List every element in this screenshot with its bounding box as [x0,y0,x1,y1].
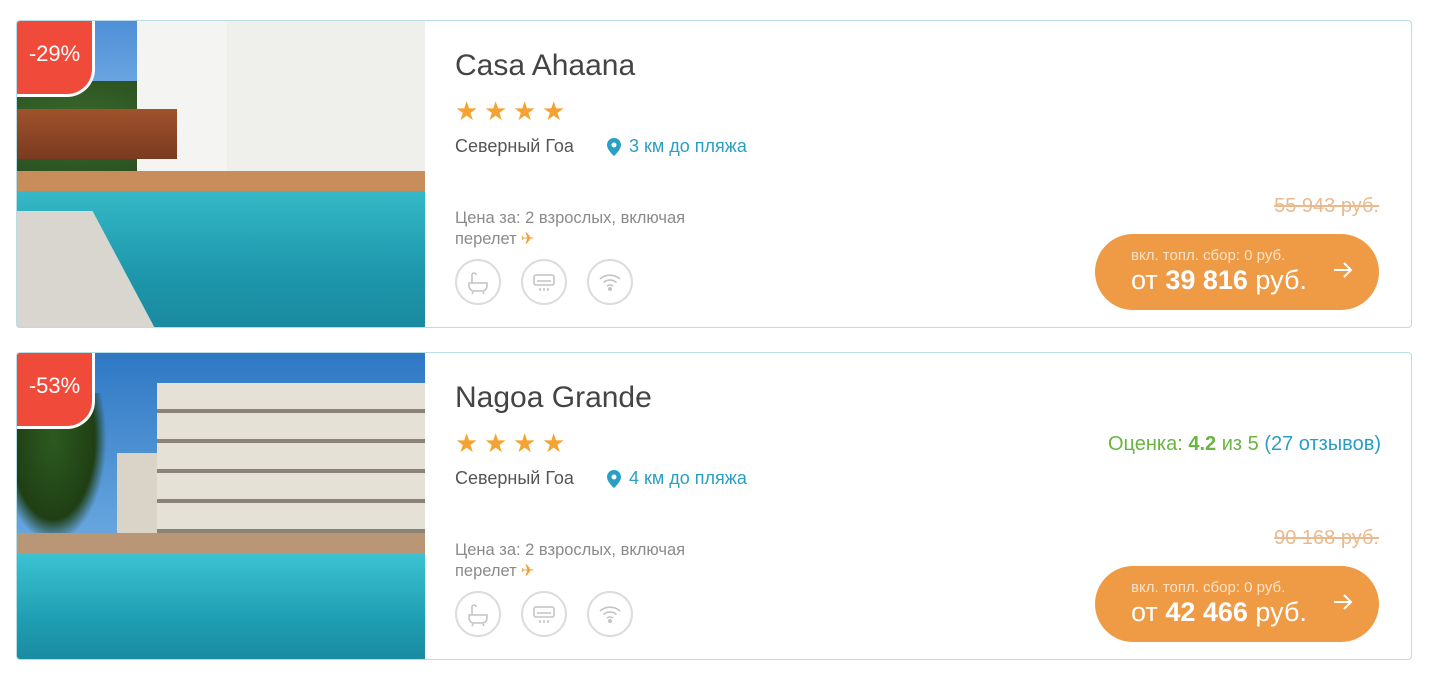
price-currency: руб. [1255,597,1307,627]
price-amount: 39 816 [1165,265,1248,295]
guest-rating[interactable]: Оценка: 4.2 из 5 (27 отзывов) [1108,433,1381,456]
star-icon: ★ [484,96,508,126]
discount-badge: -53% [17,353,95,429]
bath-icon [455,259,501,305]
rating-value: 4.2 [1188,433,1217,455]
star-icon: ★ [542,96,566,126]
rating-scale: из 5 [1221,433,1259,455]
star-icon: ★ [484,428,508,458]
hotel-card[interactable]: -53% Nagoa Grande ★ ★ ★ ★ Северный Гоа 4… [16,352,1412,660]
beach-distance-link[interactable]: 4 км до пляжа [607,468,747,489]
price-amount: 42 466 [1165,597,1248,627]
star-rating: ★ ★ ★ ★ [455,428,566,458]
star-icon: ★ [513,428,537,458]
hotel-photo[interactable]: -29% [17,21,425,327]
wifi-icon [587,259,633,305]
old-price: 55 943 руб. [1274,195,1379,217]
price-prefix: от [1131,265,1158,295]
airplane-icon: ✈ [520,562,535,580]
wifi-icon [587,591,633,637]
map-pin-icon [607,469,621,488]
price-value: от 39 816 руб. [1131,265,1307,296]
photo-pool [17,553,425,659]
fuel-fee-note: вкл. топл. сбор: 0 руб. [1131,579,1286,596]
bath-icon [455,591,501,637]
price-for-text: Цена за: 2 взрослых, включая перелет ✈ [455,208,745,250]
price-value: от 42 466 руб. [1131,597,1307,628]
photo-roof [17,109,177,159]
beach-distance-link[interactable]: 3 км до пляжа [607,136,747,157]
arrow-right-icon [1334,262,1353,278]
air-conditioner-icon [521,591,567,637]
hotel-name[interactable]: Nagoa Grande [455,381,652,415]
price-button[interactable]: вкл. топл. сбор: 0 руб. от 39 816 руб. [1095,234,1379,310]
price-prefix: от [1131,597,1158,627]
price-currency: руб. [1255,265,1307,295]
star-icon: ★ [455,96,479,126]
reviews-link[interactable]: (27 отзывов) [1264,433,1381,455]
hotel-region: Северный Гоа [455,468,574,488]
fuel-fee-note: вкл. топл. сбор: 0 руб. [1131,247,1286,264]
old-price: 90 168 руб. [1274,527,1379,549]
hotel-name[interactable]: Casa Ahaana [455,49,635,83]
star-icon: ★ [542,428,566,458]
hotel-photo[interactable]: -53% [17,353,425,659]
beach-distance-label: 3 км до пляжа [629,136,747,156]
price-for-text: Цена за: 2 взрослых, включая перелет ✈ [455,540,745,582]
price-for-label: Цена за: 2 взрослых, включая перелет [455,209,686,248]
discount-badge: -29% [17,21,95,97]
air-conditioner-icon [521,259,567,305]
hotel-region: Северный Гоа [455,136,574,156]
map-pin-icon [607,137,621,156]
star-icon: ★ [513,96,537,126]
rating-label: Оценка: [1107,433,1183,455]
star-rating: ★ ★ ★ ★ [455,96,566,126]
beach-distance-label: 4 км до пляжа [629,468,747,488]
star-icon: ★ [455,428,479,458]
airplane-icon: ✈ [520,230,535,248]
price-button[interactable]: вкл. топл. сбор: 0 руб. от 42 466 руб. [1095,566,1379,642]
hotel-card[interactable]: -29% Casa Ahaana ★ ★ ★ ★ Северный Гоа 3 … [16,20,1412,328]
arrow-right-icon [1334,594,1353,610]
photo-building [157,383,425,543]
price-for-label: Цена за: 2 взрослых, включая перелет [455,541,686,580]
